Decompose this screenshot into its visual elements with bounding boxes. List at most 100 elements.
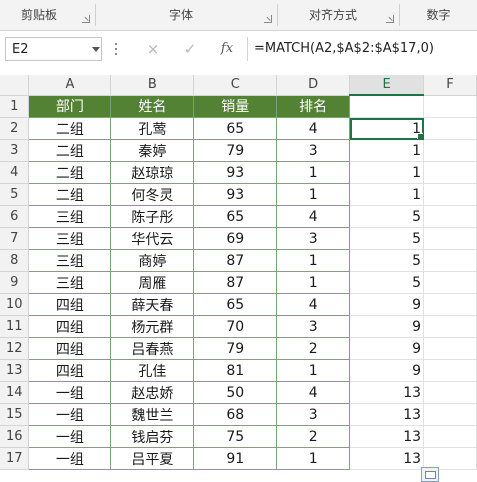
column-header-f[interactable]: F [423, 75, 477, 96]
cell-name[interactable]: 周雁 [110, 271, 195, 294]
cell-sales[interactable]: 69 [193, 227, 278, 250]
cell-name[interactable]: 薛天春 [110, 293, 195, 316]
row-header[interactable]: 5 [0, 183, 30, 206]
column-header-a[interactable]: A [28, 75, 112, 96]
cell-sales[interactable]: 87 [193, 249, 278, 272]
cell-sales[interactable]: 65 [193, 117, 278, 140]
cell-rank[interactable]: 4 [276, 381, 351, 404]
paste-options-icon[interactable] [421, 467, 439, 482]
cell-dept[interactable]: 二组 [28, 139, 112, 162]
ribbon-group-number[interactable]: 数字 [400, 0, 477, 30]
cell-name[interactable]: 赵琼琼 [110, 161, 195, 184]
cell-f[interactable] [423, 139, 477, 162]
cell-match-result[interactable]: 9 [349, 293, 425, 316]
cell-f[interactable] [423, 359, 477, 382]
cell-f[interactable] [423, 271, 477, 294]
cell-name[interactable]: 华代云 [110, 227, 195, 250]
cell-rank[interactable]: 1 [276, 447, 351, 470]
cell-f[interactable] [423, 117, 477, 140]
cell-sales[interactable]: 79 [193, 139, 278, 162]
header-cell-sales[interactable]: 销量 [193, 94, 278, 118]
row-header[interactable]: 8 [0, 249, 30, 272]
cell-sales[interactable]: 65 [193, 293, 278, 316]
ribbon-group-clipboard[interactable]: 剪贴板 [0, 0, 78, 30]
cell-f[interactable] [423, 205, 477, 228]
row-header[interactable]: 4 [0, 161, 30, 184]
cell-f[interactable] [423, 425, 477, 448]
column-header-b[interactable]: B [110, 75, 195, 96]
cell-rank[interactable]: 3 [276, 227, 351, 250]
cell-sales[interactable]: 93 [193, 183, 278, 206]
cell-rank[interactable]: 1 [276, 359, 351, 382]
cell-dept[interactable]: 一组 [28, 447, 112, 470]
row-header[interactable]: 6 [0, 205, 30, 228]
cell-match-result[interactable]: 1 [349, 139, 425, 162]
cell-match-result[interactable]: 9 [349, 337, 425, 360]
cell-match-result[interactable]: 13 [349, 425, 425, 448]
row-header[interactable]: 16 [0, 425, 30, 448]
cell-sales[interactable]: 81 [193, 359, 278, 382]
font-launcher-icon[interactable] [264, 15, 272, 23]
cell-dept[interactable]: 四组 [28, 337, 112, 360]
cell-rank[interactable]: 2 [276, 425, 351, 448]
row-header[interactable]: 11 [0, 315, 30, 338]
row-header[interactable]: 14 [0, 381, 30, 404]
row-header[interactable]: 10 [0, 293, 30, 316]
row-header[interactable]: 7 [0, 227, 30, 250]
cell-f[interactable] [423, 227, 477, 250]
cell-rank[interactable]: 1 [276, 183, 351, 206]
cell-name[interactable]: 钱启芬 [110, 425, 195, 448]
cell-sales[interactable]: 79 [193, 337, 278, 360]
cell-dept[interactable]: 三组 [28, 227, 112, 250]
clipboard-launcher-icon[interactable] [82, 15, 90, 23]
cell-f[interactable] [423, 183, 477, 206]
select-all-corner[interactable] [0, 75, 30, 96]
chevron-down-icon[interactable] [92, 47, 100, 52]
cell-dept[interactable]: 二组 [28, 117, 112, 140]
cell-dept[interactable]: 一组 [28, 381, 112, 404]
column-header-d[interactable]: D [276, 75, 351, 96]
row-header[interactable]: 3 [0, 139, 30, 162]
cell-rank[interactable]: 1 [276, 161, 351, 184]
drag-handle-icon[interactable] [115, 41, 118, 59]
row-header[interactable]: 1 [0, 95, 30, 118]
cancel-icon[interactable]: × [143, 39, 163, 59]
cell-sales[interactable]: 75 [193, 425, 278, 448]
cell-rank[interactable]: 1 [276, 271, 351, 294]
cell-sales[interactable]: 65 [193, 205, 278, 228]
header-cell-rank[interactable]: 排名 [276, 94, 351, 118]
ribbon-group-font[interactable]: 字体 [96, 0, 266, 30]
name-box[interactable]: E2 [5, 37, 102, 61]
cell-match-result[interactable]: 5 [349, 249, 425, 272]
cell-rank[interactable]: 3 [276, 403, 351, 426]
cell-sales[interactable]: 68 [193, 403, 278, 426]
cell-name[interactable]: 吕春燕 [110, 337, 195, 360]
cell-name[interactable]: 陈子彤 [110, 205, 195, 228]
cell-name[interactable]: 孔莺 [110, 117, 195, 140]
ribbon-group-alignment[interactable]: 对齐方式 [278, 0, 388, 30]
cell-rank[interactable]: 4 [276, 293, 351, 316]
row-header[interactable]: 15 [0, 403, 30, 426]
cell-name[interactable]: 孔佳 [110, 359, 195, 382]
enter-icon[interactable]: ✓ [180, 39, 200, 59]
row-header[interactable]: 9 [0, 271, 30, 294]
cell-f[interactable] [423, 337, 477, 360]
cell-f[interactable] [423, 315, 477, 338]
cell-f[interactable] [423, 249, 477, 272]
cell-dept[interactable]: 一组 [28, 425, 112, 448]
cell-name[interactable]: 吕平夏 [110, 447, 195, 470]
cell-f[interactable] [423, 293, 477, 316]
cell-f[interactable] [423, 95, 477, 118]
cell-dept[interactable]: 四组 [28, 293, 112, 316]
cell-match-result[interactable]: 5 [349, 271, 425, 294]
cell-match-result[interactable]: 13 [349, 381, 425, 404]
cell-dept[interactable]: 二组 [28, 183, 112, 206]
cell-sales[interactable]: 91 [193, 447, 278, 470]
cell-f[interactable] [423, 403, 477, 426]
cell-match-result[interactable]: 1 [349, 161, 425, 184]
cell-match-result[interactable]: 5 [349, 205, 425, 228]
cell-rank[interactable]: 1 [276, 249, 351, 272]
insert-function-icon[interactable]: fx [217, 39, 237, 59]
column-header-c[interactable]: C [193, 75, 278, 96]
formula-input[interactable]: =MATCH(A2,$A$2:$A$17,0) [247, 37, 477, 61]
